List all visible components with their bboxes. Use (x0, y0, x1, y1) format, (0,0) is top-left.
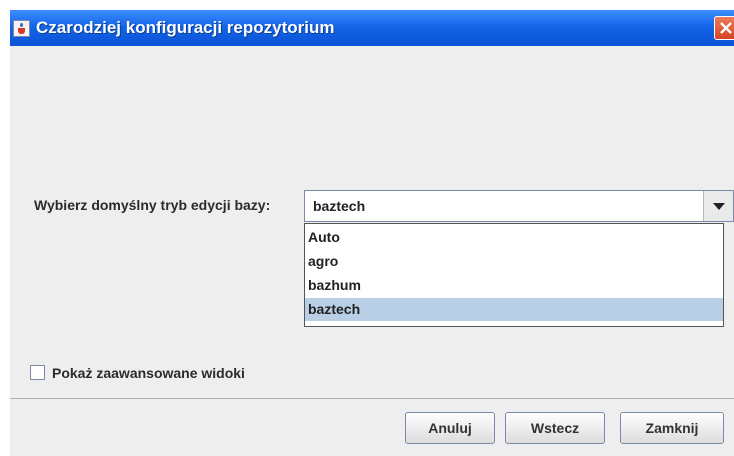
close-icon (720, 22, 732, 34)
edit-mode-value: baztech (313, 198, 366, 214)
title-bar[interactable]: Czarodziej konfiguracji repozytorium (10, 10, 734, 46)
dropdown-arrow-button[interactable] (703, 191, 733, 221)
cancel-button[interactable]: Anuluj (405, 412, 495, 444)
dropdown-option-agro[interactable]: agro (305, 250, 723, 273)
dialog-window: Czarodziej konfiguracji repozytorium Wyb… (10, 10, 734, 456)
advanced-views-checkbox[interactable] (30, 365, 45, 380)
close-window-button[interactable] (714, 16, 734, 40)
back-button[interactable]: Wstecz (505, 412, 605, 444)
chevron-down-icon (713, 203, 725, 210)
edit-mode-label: Wybierz domyślny tryb edycji bazy: (34, 197, 271, 213)
dropdown-option-baztech[interactable]: baztech (305, 298, 723, 321)
dropdown-option-bazhum[interactable]: bazhum (305, 274, 723, 297)
content-area (10, 46, 734, 196)
edit-mode-dropdown-list: Auto agro bazhum baztech (304, 223, 724, 327)
java-cup-icon (13, 20, 30, 37)
dropdown-option-auto[interactable]: Auto (305, 226, 723, 249)
advanced-views-label[interactable]: Pokaż zaawansowane widoki (52, 365, 245, 381)
button-separator (10, 398, 734, 399)
close-button[interactable]: Zamknij (620, 412, 724, 444)
edit-mode-select[interactable]: baztech (304, 190, 734, 222)
window-title: Czarodziej konfiguracji repozytorium (36, 18, 335, 37)
